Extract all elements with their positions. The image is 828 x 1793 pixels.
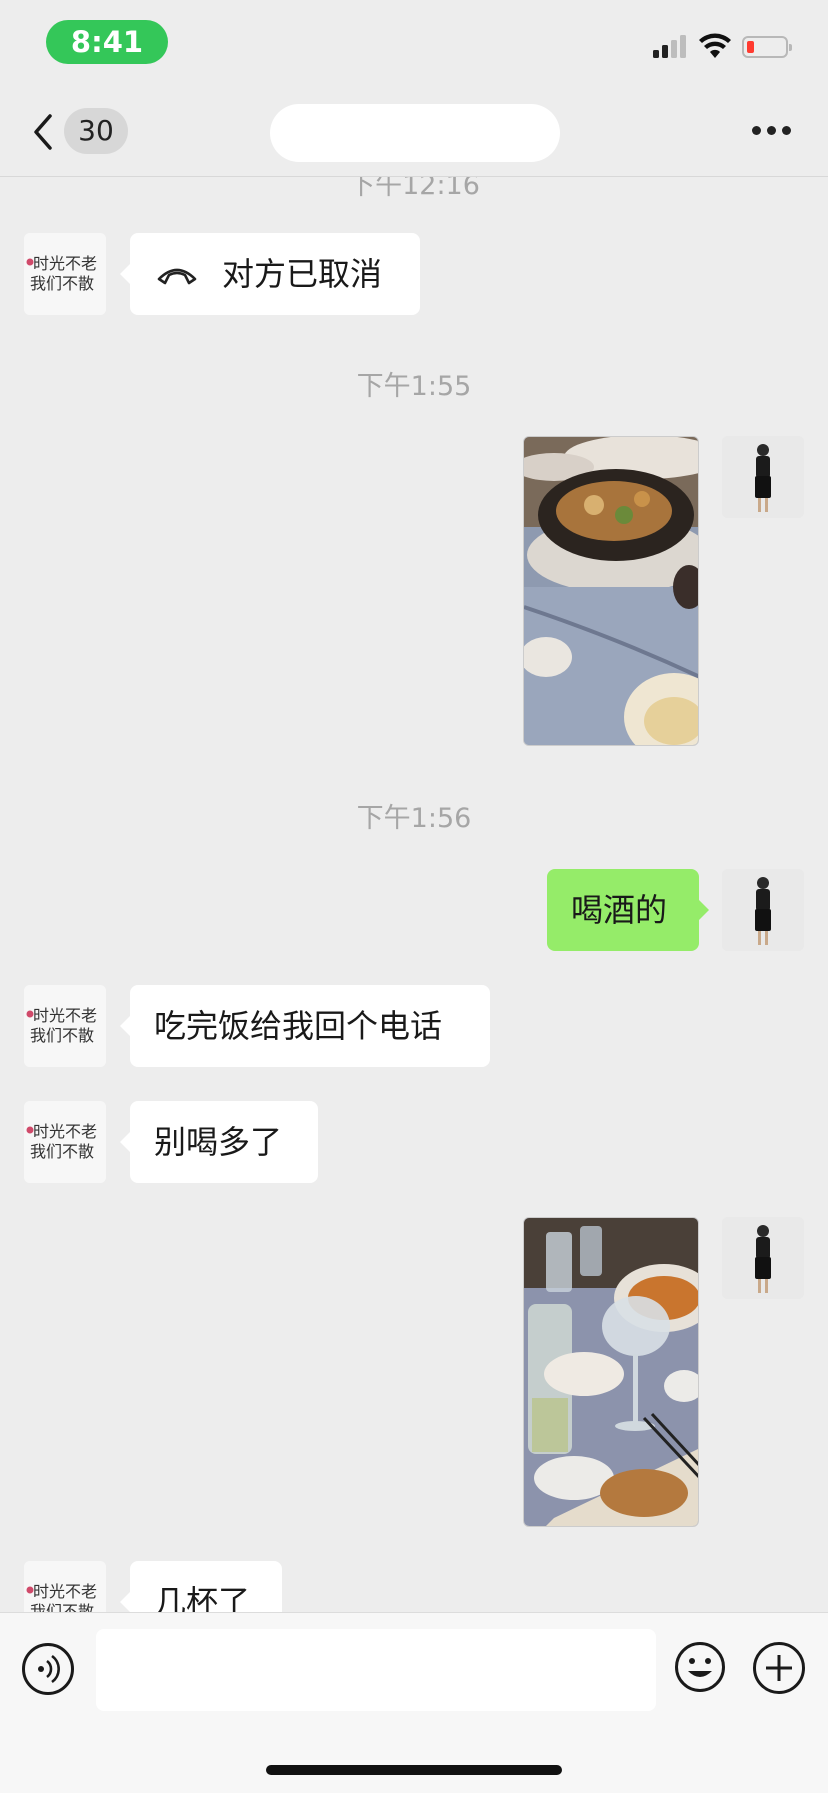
- more-options-icon[interactable]: [752, 126, 792, 138]
- svg-text:我们不散: 我们不散: [30, 274, 94, 293]
- redacted-title-overlay: [270, 104, 560, 162]
- svg-text:时光不老: 时光不老: [33, 1006, 97, 1025]
- contact-avatar[interactable]: 时光不老 我们不散: [24, 233, 106, 315]
- chat-header: 30: [0, 88, 828, 177]
- message-text-input[interactable]: [96, 1629, 656, 1711]
- voice-input-button[interactable]: [22, 1643, 74, 1695]
- incoming-text-bubble[interactable]: 几杯了: [120, 1561, 282, 1612]
- svg-text:时光不老: 时光不老: [33, 1122, 97, 1141]
- profile-photo-image: [722, 869, 804, 951]
- call-cancelled-bubble[interactable]: 对方已取消: [120, 233, 420, 315]
- food-photo-image: [524, 437, 698, 745]
- my-avatar[interactable]: [722, 1217, 804, 1299]
- incoming-text-bubble[interactable]: 别喝多了: [120, 1101, 318, 1183]
- incoming-text-bubble[interactable]: 吃完饭给我回个电话: [120, 985, 490, 1067]
- contact-avatar[interactable]: 时光不老 我们不散: [24, 1561, 106, 1612]
- profile-photo-image: [722, 1217, 804, 1299]
- wifi-icon: [699, 33, 731, 58]
- call-status-text: 对方已取消: [222, 255, 383, 293]
- message-input-bar: [0, 1612, 828, 1793]
- phone-hangup-icon: [157, 268, 197, 285]
- cellular-signal-icon: [653, 35, 686, 58]
- svg-text:我们不散: 我们不散: [30, 1602, 94, 1612]
- my-avatar[interactable]: [722, 869, 804, 951]
- svg-text:我们不散: 我们不散: [30, 1026, 94, 1045]
- contact-logo-image: 时光不老 我们不散: [24, 985, 106, 1067]
- profile-photo-image: [722, 436, 804, 518]
- svg-text:时光不老: 时光不老: [33, 254, 97, 273]
- status-time[interactable]: 8:41: [46, 20, 168, 64]
- voice-wave-icon: [38, 1654, 60, 1684]
- my-avatar[interactable]: [722, 436, 804, 518]
- contact-logo-image: 时光不老 我们不散: [24, 1101, 106, 1183]
- chat-title: [260, 104, 570, 162]
- photo-message[interactable]: [523, 436, 699, 746]
- home-indicator[interactable]: [266, 1765, 562, 1775]
- contact-avatar[interactable]: 时光不老 我们不散: [24, 1101, 106, 1183]
- timestamp: 下午1:56: [356, 803, 472, 834]
- battery-icon: [742, 36, 792, 58]
- message-list[interactable]: 下午12:16 时光不老 我们不散 对方已取消 下午1:55 下午1:56 喝酒…: [0, 177, 828, 1612]
- contact-logo-image: 时光不老 我们不散: [24, 233, 106, 315]
- dinner-table-photo-image: [524, 1218, 698, 1526]
- outgoing-text-bubble[interactable]: 喝酒的: [547, 869, 709, 951]
- svg-text:我们不散: 我们不散: [30, 1142, 94, 1161]
- plus-icon[interactable]: [752, 1641, 806, 1695]
- photo-message[interactable]: [523, 1217, 699, 1527]
- svg-text:时光不老: 时光不老: [33, 1582, 97, 1601]
- contact-logo-image: 时光不老 我们不散: [24, 1561, 106, 1612]
- timestamp: 下午12:16: [348, 177, 480, 201]
- contact-avatar[interactable]: 时光不老 我们不散: [24, 985, 106, 1067]
- back-chevron-icon[interactable]: [26, 110, 62, 154]
- timestamp: 下午1:55: [356, 371, 472, 402]
- emoji-icon[interactable]: [674, 1641, 726, 1693]
- status-bar: 8:41: [0, 0, 828, 88]
- unread-count-badge[interactable]: 30: [64, 108, 128, 154]
